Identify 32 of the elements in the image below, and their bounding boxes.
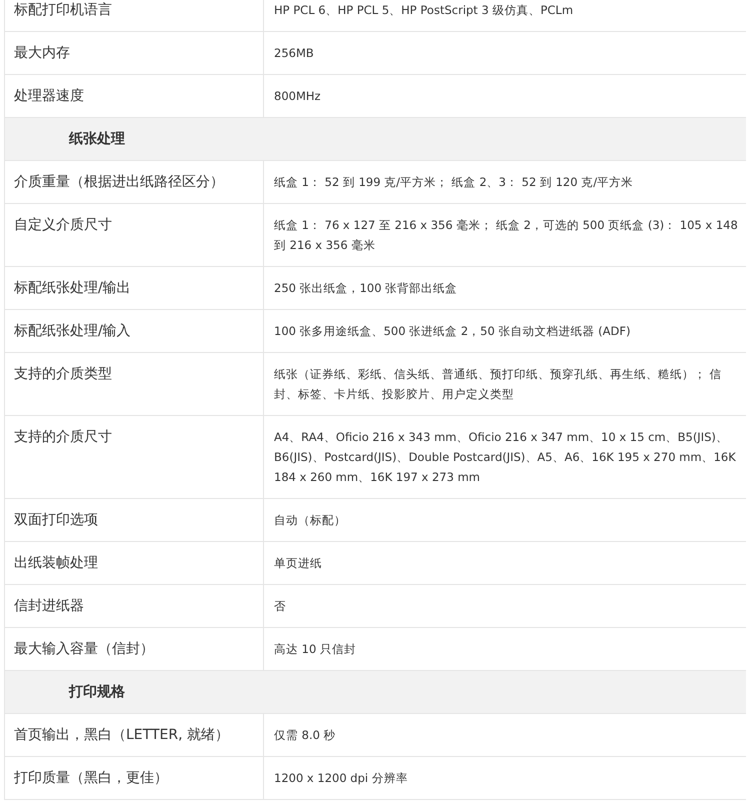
spec-label: 出纸装帧处理 bbox=[14, 554, 99, 573]
spec-value: 800MHz bbox=[274, 88, 322, 105]
spec-value: 纸张（证券纸、彩纸、信头纸、普通纸、预打印纸、预穿孔纸、再生纸、糙纸）； 信封、标签、卡片纸、投影胶片、用户定义类型 bbox=[274, 366, 723, 403]
spec-value: 250 张出纸盒，100 张背部出纸盒 bbox=[274, 280, 458, 297]
spec-label: 双面打印选项 bbox=[14, 511, 99, 530]
spec-label: 处理器速度 bbox=[14, 87, 85, 106]
spec-value: 256MB bbox=[274, 45, 315, 62]
spec-value: 否 bbox=[274, 598, 287, 615]
spec-label: 介质重量（根据进出纸路径区分） bbox=[14, 173, 225, 192]
spec-label: 信封进纸器 bbox=[14, 597, 85, 616]
spec-value: 纸盒 1： 52 到 199 克/平方米； 纸盒 2、3： 52 到 120 克/平方米 bbox=[274, 174, 634, 191]
spec-label: 首页输出，黑白（LETTER, 就绪） bbox=[14, 726, 230, 745]
spec-value: 纸盒 1： 76 x 127 至 216 x 356 毫米； 纸盒 2，可选的 500 页纸盒 (3)： 105 x 148 到 216 x 356 毫米 bbox=[274, 217, 739, 254]
spec-value: A4、RA4、Oficio 216 x 343 mm、Oficio 216 x 347 mm、10 x 15 cm、B5(JIS)、B6(JIS)、Postcard(JIS)、Double Postcard(JIS)、A5、A6、16K 195 x 270 mm、16K 184 x 260 mm、16K 197 x 273 mm bbox=[274, 429, 737, 486]
spec-label: 最大输入容量（信封） bbox=[14, 640, 155, 659]
spec-label: 打印质量（黑白，更佳） bbox=[14, 769, 169, 788]
spec-label: 标配打印机语言 bbox=[14, 1, 113, 20]
spec-value: 1200 x 1200 dpi 分辨率 bbox=[274, 770, 409, 787]
section-title: 纸张处理 bbox=[69, 130, 125, 148]
spec-value: HP PCL 6、HP PCL 5、HP PostScript 3 级仿真、PCLm bbox=[274, 2, 574, 19]
spec-value: 高达 10 只信封 bbox=[274, 641, 357, 658]
spec-label: 最大内存 bbox=[14, 44, 71, 63]
spec-label: 自定义介质尺寸 bbox=[14, 216, 113, 235]
spec-label: 标配纸张处理/输出 bbox=[14, 279, 132, 298]
section-title: 打印规格 bbox=[69, 682, 125, 702]
spec-value: 自动（标配） bbox=[274, 512, 347, 529]
spec-value: 单页进纸 bbox=[274, 555, 323, 572]
spec-label: 标配纸张处理/输入 bbox=[14, 322, 132, 341]
spec-label: 支持的介质尺寸 bbox=[14, 428, 113, 447]
spec-value: 仅需 8.0 秒 bbox=[274, 727, 337, 744]
spec-label: 支持的介质类型 bbox=[14, 365, 113, 384]
spec-value: 100 张多用途纸盒、500 张进纸盒 2，50 张自动文档进纸器 (ADF) bbox=[274, 323, 632, 340]
